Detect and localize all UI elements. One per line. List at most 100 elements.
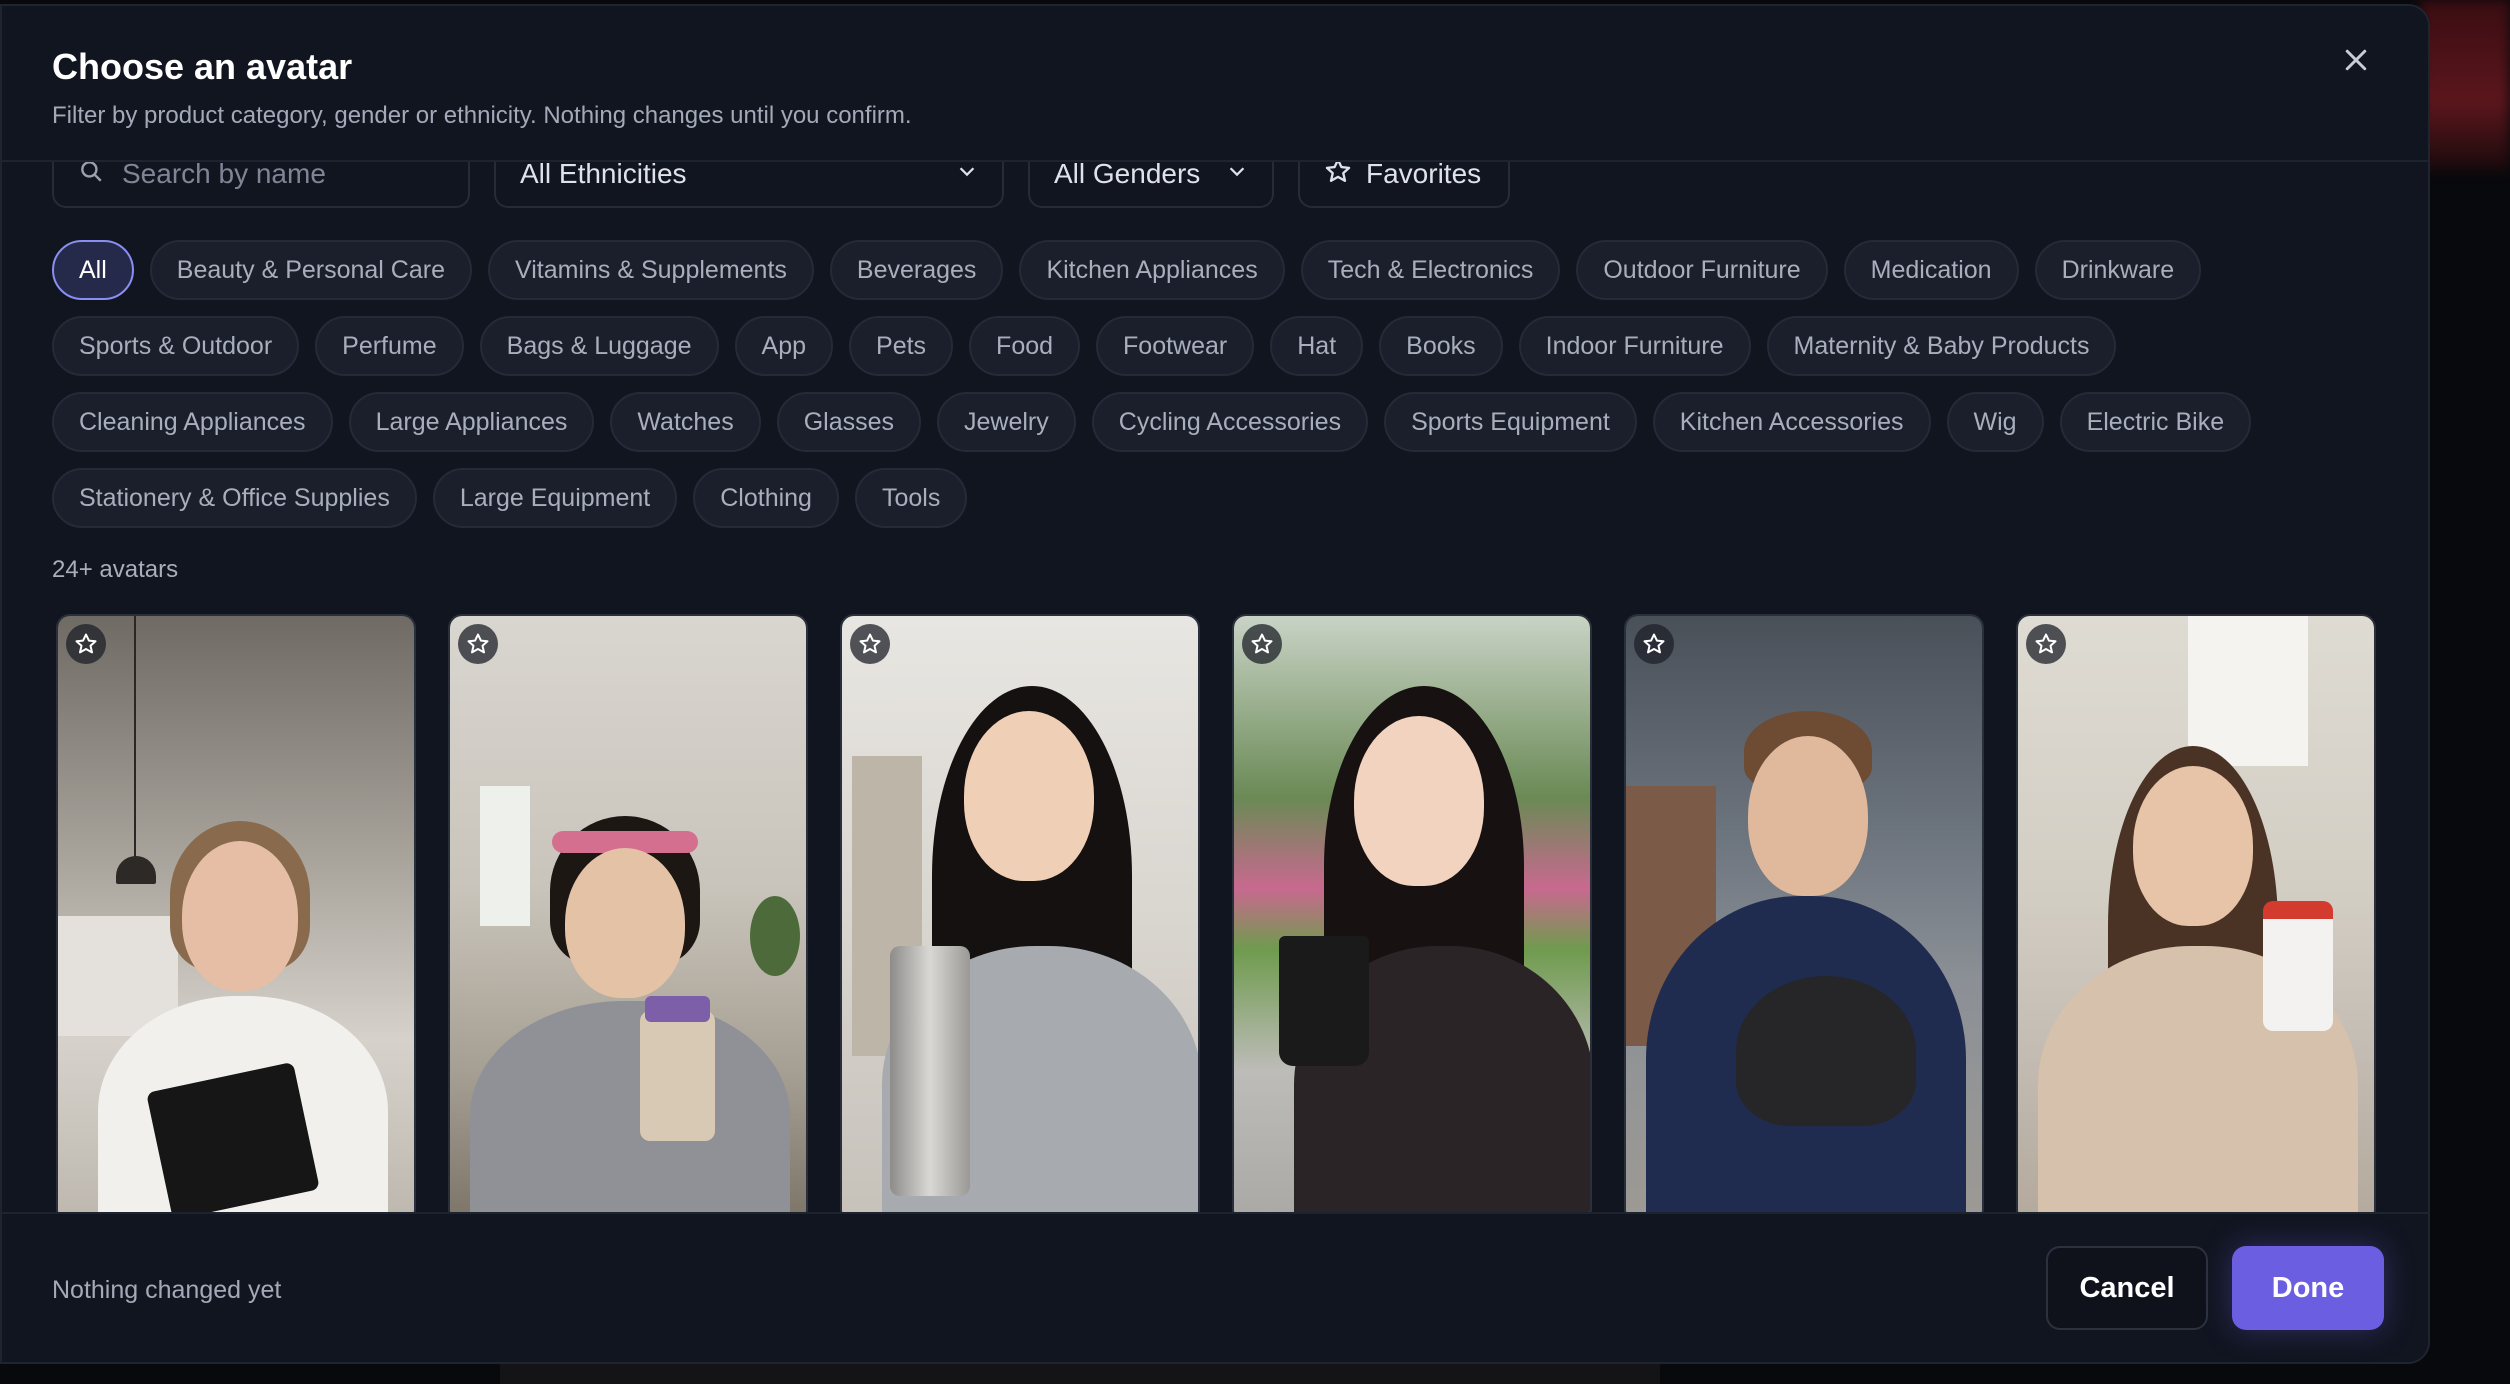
- category-chip[interactable]: Beverages: [829, 240, 1004, 300]
- category-chip[interactable]: Clothing: [693, 468, 839, 528]
- avatar-photo: [1234, 616, 1590, 1222]
- ethnicity-value: All Ethnicities: [520, 158, 687, 189]
- category-chip[interactable]: Glasses: [776, 392, 922, 452]
- done-button[interactable]: Done: [2232, 1246, 2384, 1330]
- category-chip[interactable]: Large Equipment: [432, 468, 678, 528]
- star-icon: [2035, 633, 2057, 654]
- avatar-face: [565, 848, 685, 998]
- chip-row: Sports & Outdoor Perfume Bags & Luggage …: [52, 316, 2412, 376]
- held-product: [2263, 901, 2333, 1031]
- category-chip[interactable]: Beauty & Personal Care: [149, 240, 472, 300]
- star-icon: [1643, 633, 1665, 654]
- avatar-face: [1354, 716, 1484, 886]
- category-chip-all[interactable]: All: [52, 240, 134, 300]
- held-product: [1279, 936, 1369, 1066]
- category-chip[interactable]: Medication: [1843, 240, 2019, 300]
- favorite-button[interactable]: [1242, 624, 1282, 664]
- category-chip[interactable]: Cycling Accessories: [1091, 392, 1369, 452]
- category-chip[interactable]: Wig: [1946, 392, 2044, 452]
- favorite-button[interactable]: [850, 624, 890, 664]
- chevron-down-icon: [959, 167, 975, 177]
- avatar-body: [470, 1001, 790, 1222]
- avatar-card[interactable]: [1624, 614, 1984, 1224]
- search-placeholder: Search by name: [122, 158, 326, 189]
- dialog-header: Choose an avatar Filter by product categ…: [2, 6, 2428, 162]
- background-glow: [2420, 0, 2510, 170]
- category-chip[interactable]: Footwear: [1096, 316, 1255, 376]
- avatar-photo: [450, 616, 806, 1222]
- chip-row: Stationery & Office Supplies Large Equip…: [52, 468, 2412, 528]
- favorite-button[interactable]: [1634, 624, 1674, 664]
- avatar-face: [1748, 736, 1868, 896]
- change-status: Nothing changed yet: [52, 1276, 282, 1304]
- category-chip[interactable]: Books: [1379, 316, 1503, 376]
- category-chip[interactable]: Stationery & Office Supplies: [52, 468, 417, 528]
- lamp-shade: [116, 856, 156, 884]
- category-chip[interactable]: Hat: [1270, 316, 1364, 376]
- avatar-photo: [58, 616, 414, 1222]
- category-chip[interactable]: Tech & Electronics: [1300, 240, 1561, 300]
- category-chip[interactable]: Pets: [849, 316, 954, 376]
- window: [2188, 616, 2308, 766]
- avatar-card[interactable]: [448, 614, 808, 1224]
- star-icon: [75, 633, 97, 654]
- category-chips: All Beauty & Personal Care Vitamins & Su…: [52, 240, 2412, 544]
- category-chip[interactable]: Watches: [610, 392, 761, 452]
- favorite-button[interactable]: [458, 624, 498, 664]
- close-icon: [2345, 49, 2367, 71]
- category-chip[interactable]: App: [734, 316, 834, 376]
- star-icon: [467, 633, 489, 654]
- category-chip[interactable]: Food: [969, 316, 1081, 376]
- avatar-count: 24+ avatars: [52, 556, 179, 583]
- category-chip[interactable]: Maternity & Baby Products: [1766, 316, 2117, 376]
- category-chip[interactable]: Bags & Luggage: [479, 316, 719, 376]
- category-chip[interactable]: Sports Equipment: [1384, 392, 1637, 452]
- category-chip[interactable]: Tools: [854, 468, 968, 528]
- avatar-card[interactable]: [1232, 614, 1592, 1224]
- held-product: [1736, 976, 1916, 1126]
- category-chip[interactable]: Perfume: [315, 316, 464, 376]
- category-chip[interactable]: Electric Bike: [2059, 392, 2252, 452]
- avatar-face: [2133, 766, 2253, 926]
- favorite-button[interactable]: [2026, 624, 2066, 664]
- favorite-button[interactable]: [66, 624, 106, 664]
- window: [480, 786, 530, 926]
- star-icon: [859, 633, 881, 654]
- bottle-cap: [645, 996, 710, 1022]
- category-chip[interactable]: Sports & Outdoor: [52, 316, 300, 376]
- held-product: [640, 1011, 715, 1141]
- cancel-button[interactable]: Cancel: [2046, 1246, 2208, 1330]
- star-icon: [1251, 633, 1273, 654]
- avatar-card[interactable]: [840, 614, 1200, 1224]
- close-button[interactable]: [2336, 40, 2376, 80]
- category-chip[interactable]: Kitchen Appliances: [1019, 240, 1285, 300]
- avatar-face: [182, 841, 298, 991]
- gender-value: All Genders: [1054, 158, 1201, 189]
- dialog-subtitle: Filter by product category, gender or et…: [52, 102, 912, 129]
- avatar-card[interactable]: [56, 614, 416, 1224]
- avatar-photo: [2018, 616, 2374, 1222]
- category-chip[interactable]: Jewelry: [937, 392, 1076, 452]
- avatar-dialog: Search by name All Ethnicities All Gende…: [0, 4, 2430, 1364]
- favorites-label: Favorites: [1366, 158, 1482, 189]
- avatar-card[interactable]: [2016, 614, 2376, 1224]
- category-chip[interactable]: Kitchen Accessories: [1652, 392, 1931, 452]
- category-chip[interactable]: Vitamins & Supplements: [488, 240, 814, 300]
- chip-row: Cleaning Appliances Large Appliances Wat…: [52, 392, 2412, 452]
- category-chip[interactable]: Indoor Furniture: [1518, 316, 1751, 376]
- avatar-photo: [1626, 616, 1982, 1222]
- dialog-title: Choose an avatar: [52, 46, 353, 87]
- category-chip[interactable]: Cleaning Appliances: [52, 392, 333, 452]
- held-product: [890, 946, 970, 1196]
- avatar-face: [964, 711, 1094, 881]
- chevron-down-icon: [1229, 167, 1245, 177]
- avatar-grid: [56, 614, 2376, 1224]
- plant: [750, 896, 800, 976]
- avatar-photo: [842, 616, 1198, 1222]
- dialog-footer: Nothing changed yet Cancel Done: [2, 1212, 2428, 1362]
- category-chip[interactable]: Outdoor Furniture: [1576, 240, 1828, 300]
- chip-row: All Beauty & Personal Care Vitamins & Su…: [52, 240, 2412, 300]
- category-chip[interactable]: Large Appliances: [348, 392, 595, 452]
- category-chip[interactable]: Drinkware: [2034, 240, 2202, 300]
- pendant-lamp: [134, 616, 136, 866]
